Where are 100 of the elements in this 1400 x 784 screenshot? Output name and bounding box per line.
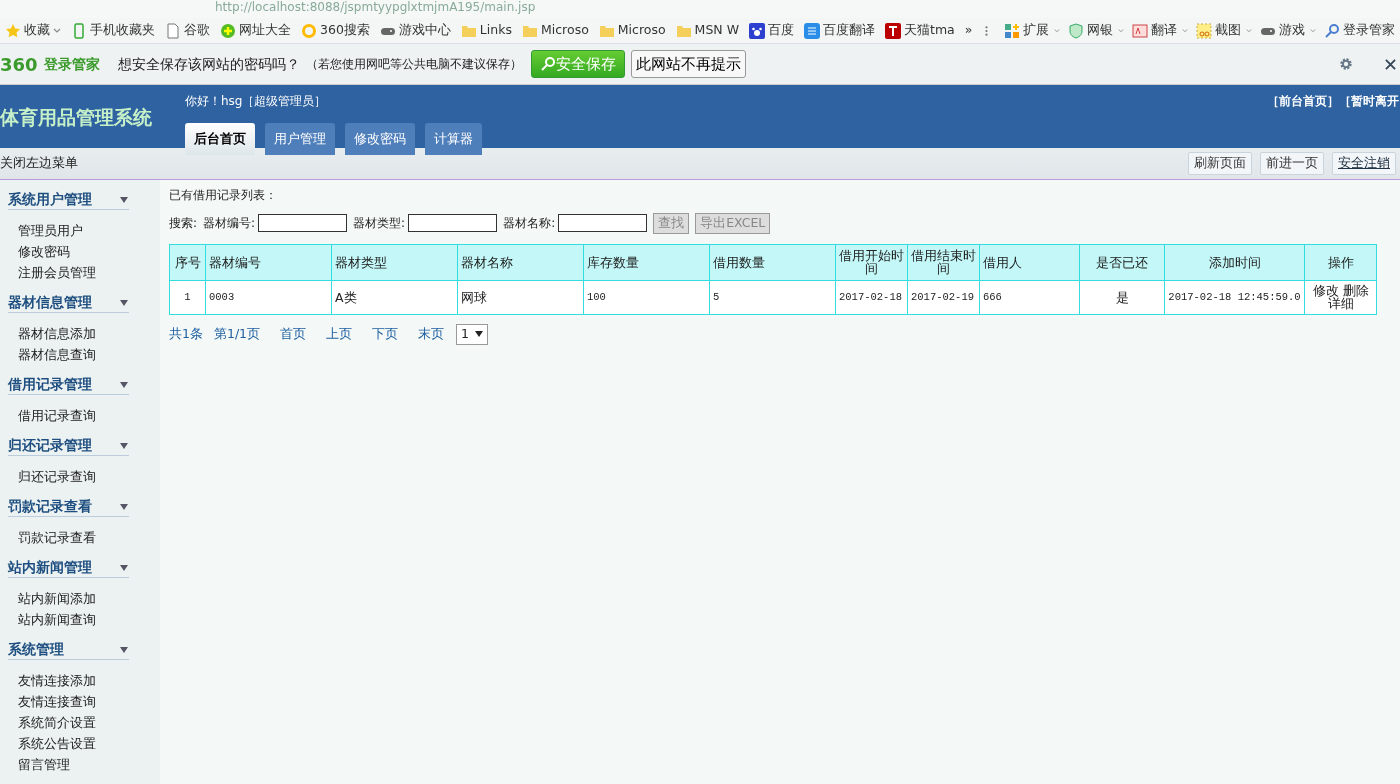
bookmark[interactable]: 百度	[744, 21, 799, 40]
bookmark[interactable]: Microso	[517, 21, 594, 40]
plus-icon	[220, 22, 236, 39]
caret-icon	[475, 331, 484, 338]
sidebar-item[interactable]: 管理员用户	[0, 220, 160, 241]
table-cell: 666	[979, 280, 1080, 315]
toolbar-item[interactable]: 网银	[1063, 21, 1119, 40]
bookmark[interactable]: MSN W	[670, 21, 744, 40]
column-header: 序号	[169, 244, 206, 281]
header-link[interactable]: ［前台首页］	[1267, 94, 1339, 108]
bookmark[interactable]: 游戏中心	[374, 21, 456, 40]
table-cell: 2017-02-19	[907, 280, 980, 315]
sidebar-item[interactable]: 站内新闻查询	[0, 609, 160, 630]
nav-tab[interactable]: 修改密码	[345, 123, 415, 155]
action-link[interactable]: 删除	[1342, 283, 1369, 299]
chevron-icon	[1246, 27, 1253, 34]
sidebar-group-header[interactable]: 器材信息管理	[8, 293, 129, 313]
pager-total: 共1条	[169, 324, 203, 343]
toolbar-item[interactable]: 游戏	[1255, 21, 1311, 40]
toolbar-item[interactable]: 翻译	[1127, 21, 1183, 40]
table-cell: 是	[1079, 280, 1165, 315]
menu-toggle-link[interactable]: 关闭左边菜单	[0, 154, 78, 173]
sidebar-group-header[interactable]: 系统用户管理	[8, 190, 129, 210]
nav-tab[interactable]: 用户管理	[265, 123, 335, 155]
settings-icon[interactable]	[1339, 57, 1353, 71]
sidebar-group-header[interactable]: 借用记录管理	[8, 375, 129, 395]
shield-icon	[1068, 22, 1085, 39]
sidebar-item[interactable]: 借用记录查询	[0, 405, 160, 426]
sidebar-item[interactable]: 注册会员管理	[0, 262, 160, 283]
nav-tab[interactable]: 后台首页	[185, 123, 255, 155]
greeting: 你好！hsg［超级管理员］	[185, 93, 328, 110]
table-cell: 2017-02-18 12:45:59.0	[1164, 280, 1305, 315]
sidebar-item[interactable]: 器材信息查询	[0, 344, 160, 365]
star-icon	[5, 22, 21, 39]
input-field[interactable]	[408, 214, 498, 233]
nav-tab[interactable]: 计算器	[425, 123, 482, 155]
ring-icon	[301, 22, 317, 39]
tmall-icon	[885, 22, 901, 39]
sidebar-item[interactable]: 友情连接查询	[0, 691, 160, 712]
bookmark[interactable]: 谷歌	[160, 21, 215, 40]
phone-icon	[71, 22, 87, 39]
chevron-icon	[1054, 27, 1061, 34]
toolbar-item[interactable]: 截图	[1191, 21, 1247, 40]
sidebar-item[interactable]: 修改密码	[0, 241, 160, 262]
blocks-icon	[1004, 22, 1021, 39]
chevron-icon	[1118, 27, 1125, 34]
list-heading: 已有借用记录列表：	[169, 187, 278, 204]
pager-link[interactable]: 首页	[280, 324, 307, 344]
bookmark[interactable]: Links	[455, 21, 517, 40]
bookmark[interactable]: 天猫tma	[880, 21, 960, 40]
bookmark[interactable]: 百度翻译	[799, 21, 880, 40]
prompt-note: （若您使用网吧等公共电脑不建议保存）	[305, 56, 522, 73]
bookmark[interactable]: 网址大全	[215, 21, 296, 40]
toolbar-button[interactable]: 刷新页面	[1188, 152, 1252, 175]
translate-icon	[804, 22, 820, 39]
chevron-icon	[1182, 27, 1189, 34]
column-header: 器材类型	[331, 244, 458, 281]
field-label: 器材编号:	[203, 215, 256, 233]
bookmark[interactable]: 收藏	[0, 21, 66, 40]
chevron-icon	[1310, 27, 1316, 34]
sidebar-group-header[interactable]: 站内新闻管理	[8, 558, 129, 578]
table-cell: A类	[331, 280, 458, 315]
close-icon[interactable]	[1385, 58, 1396, 70]
sidebar-item[interactable]: 系统简介设置	[0, 712, 160, 733]
column-header: 是否已还	[1079, 244, 1165, 281]
sidebar-item[interactable]: 归还记录查询	[0, 466, 160, 487]
toolbar-item[interactable]: 登录管家	[1319, 21, 1400, 40]
brand-name: 登录管家	[43, 54, 100, 74]
bookmark[interactable]: 手机收藏夹	[66, 21, 160, 40]
column-header: 库存数量	[583, 244, 710, 281]
search-label: 搜索:	[169, 215, 198, 233]
pager-link[interactable]: 末页	[418, 324, 445, 344]
header-link[interactable]: ［暂时离开	[1339, 94, 1399, 108]
bookmark[interactable]: »	[959, 21, 978, 40]
toolbar-item[interactable]: 扩展	[999, 21, 1055, 40]
page-select[interactable]: 1	[456, 323, 489, 345]
bookmark[interactable]: 360搜索	[296, 21, 375, 40]
field-label: 器材类型:	[353, 215, 406, 233]
column-header: 器材名称	[457, 244, 584, 281]
logout-link[interactable]: 安全注销	[1332, 152, 1396, 175]
pager-page: 第1/1页	[213, 324, 261, 343]
table-cell: 100	[583, 280, 710, 315]
toolbar-button[interactable]: 前进一页	[1260, 152, 1324, 175]
input-field[interactable]	[558, 214, 648, 233]
bookmark[interactable]: Microso	[593, 21, 671, 40]
sidebar-group-header[interactable]: 罚款记录查看	[8, 497, 129, 517]
sidebar-item[interactable]: 留言管理	[0, 754, 160, 775]
dismiss-button[interactable]: 此网站不再提示	[630, 49, 746, 79]
sidebar-item[interactable]: 友情连接添加	[0, 670, 160, 691]
pager-link[interactable]: 上页	[326, 324, 353, 344]
column-header: 添加时间	[1164, 244, 1305, 281]
pager-link[interactable]: 下页	[372, 324, 399, 344]
table-cell: 2017-02-18	[835, 280, 908, 315]
sidebar-group-header[interactable]: 归还记录管理	[8, 436, 129, 456]
sidebar-group-header[interactable]: 系统管理	[8, 640, 129, 660]
sidebar-item[interactable]: 器材信息添加	[0, 323, 160, 344]
input-field[interactable]	[258, 214, 348, 233]
sidebar-item[interactable]: 站内新闻添加	[0, 588, 160, 609]
sidebar-item[interactable]: 罚款记录查看	[0, 527, 160, 548]
sidebar-item[interactable]: 系统公告设置	[0, 733, 160, 754]
